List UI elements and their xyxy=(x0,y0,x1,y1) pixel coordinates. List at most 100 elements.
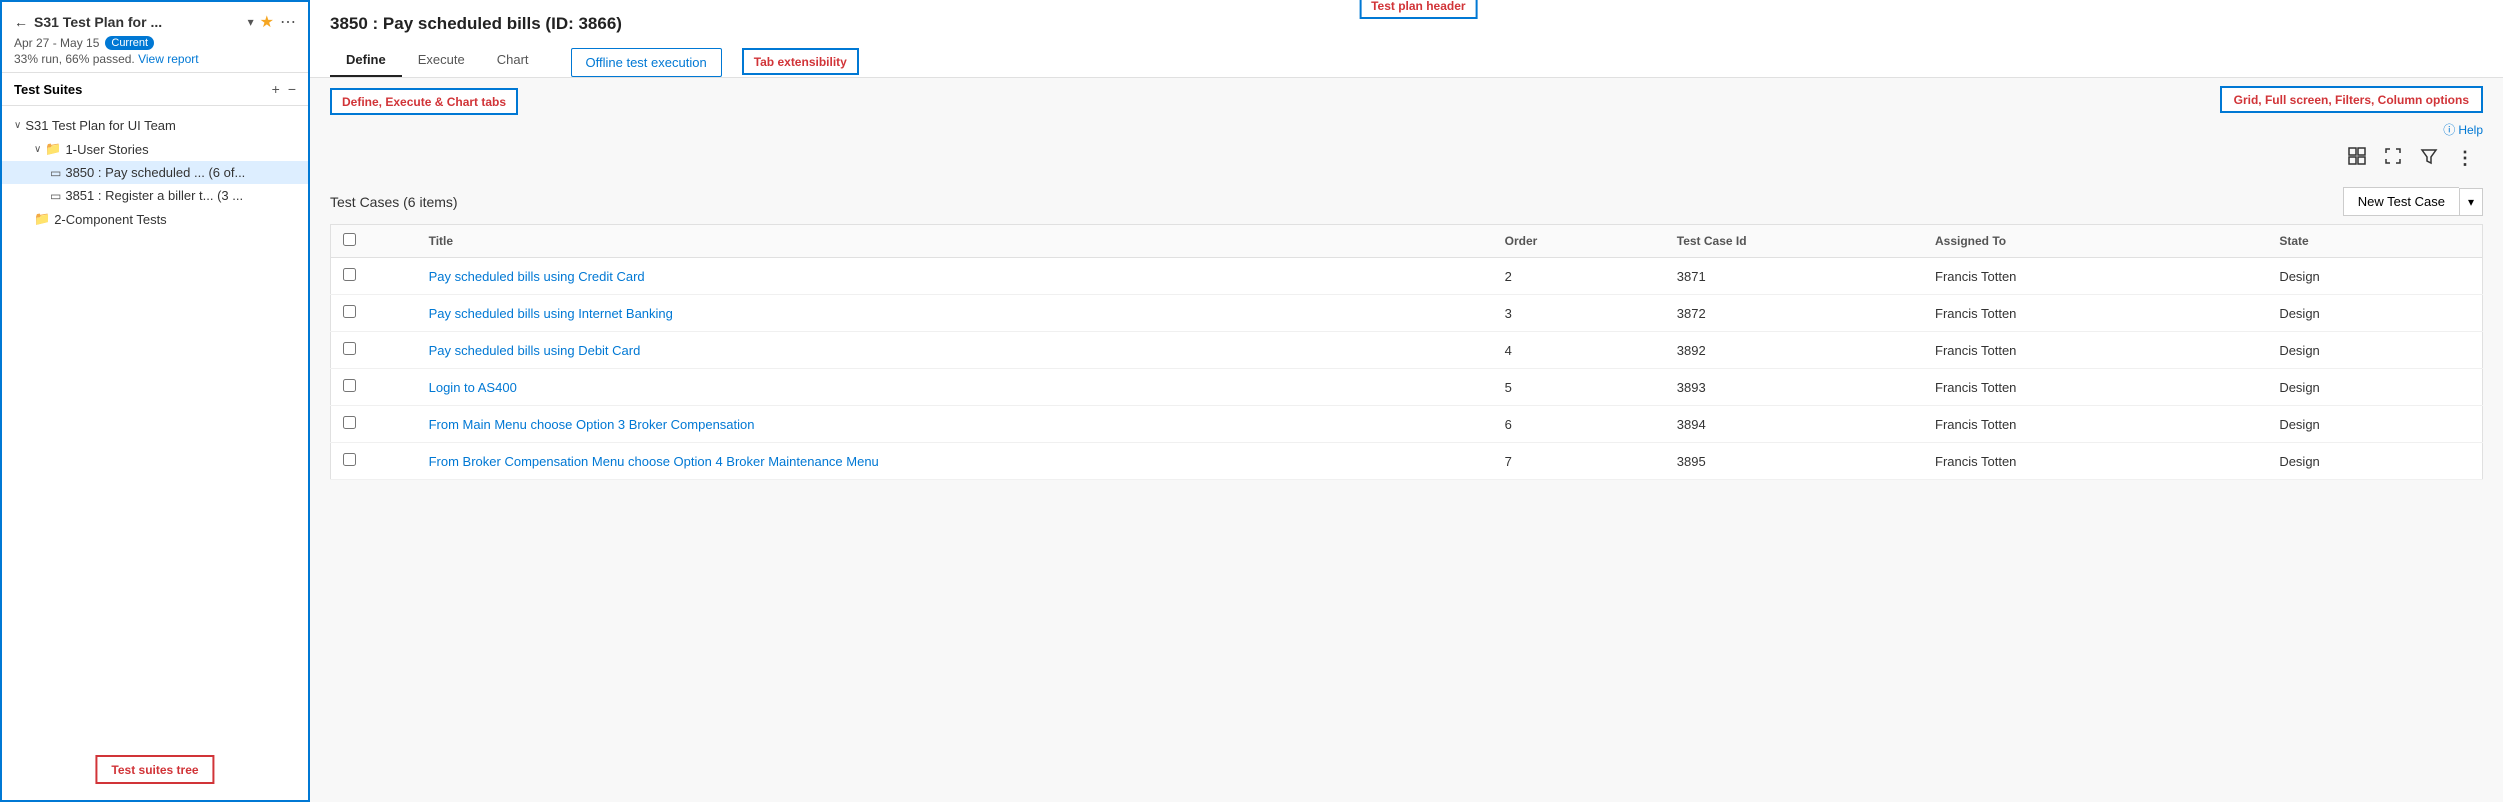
row-order: 3 xyxy=(1493,295,1665,332)
row-checkbox-4[interactable] xyxy=(343,416,356,429)
current-badge: Current xyxy=(105,36,154,50)
tree-item-component-tests[interactable]: 📁 2-Component Tests xyxy=(2,207,308,231)
row-checkbox-0[interactable] xyxy=(343,268,356,281)
sidebar-header: ← S31 Test Plan for ... ▾ ★ ⋯ Apr 27 - M… xyxy=(2,2,308,73)
section-title: Test Cases (6 items) xyxy=(330,194,458,210)
row-assigned-to: Francis Totten xyxy=(1923,258,2267,295)
row-order: 2 xyxy=(1493,258,1665,295)
assigned-to-column-header: Assigned To xyxy=(1923,225,2267,258)
row-order: 4 xyxy=(1493,332,1665,369)
row-checkbox-2[interactable] xyxy=(343,342,356,355)
tab-offline-execution[interactable]: Offline test execution xyxy=(571,48,722,77)
fullscreen-button[interactable] xyxy=(2376,142,2410,175)
test-case-link[interactable]: Login to AS400 xyxy=(429,380,517,395)
folder-icon: 📁 xyxy=(45,141,61,157)
grid-view-button[interactable] xyxy=(2340,142,2374,175)
tabs-row: Define Execute Chart Offline test execut… xyxy=(330,44,2483,77)
row-checkbox-3[interactable] xyxy=(343,379,356,392)
row-state: Design xyxy=(2267,332,2482,369)
table-row: From Main Menu choose Option 3 Broker Co… xyxy=(331,406,2483,443)
test-case-link[interactable]: Pay scheduled bills using Debit Card xyxy=(429,343,641,358)
section-header: Test Cases (6 items) New Test Case ▾ xyxy=(330,175,2483,224)
row-test-case-id: 3895 xyxy=(1665,443,1923,480)
help-circle-icon: ⓘ xyxy=(2443,121,2455,138)
select-all-checkbox[interactable] xyxy=(343,233,356,246)
row-checkbox-cell xyxy=(331,443,417,480)
tab-extensibility-annotation: Tab extensibility xyxy=(742,48,859,75)
tree-item-root[interactable]: ∨ S31 Test Plan for UI Team xyxy=(2,114,308,137)
row-assigned-to: Francis Totten xyxy=(1923,443,2267,480)
row-test-case-id: 3892 xyxy=(1665,332,1923,369)
tab-define[interactable]: Define xyxy=(330,44,402,77)
view-report-link[interactable]: View report xyxy=(138,52,198,66)
row-title: Login to AS400 xyxy=(417,369,1493,406)
new-test-case-button[interactable]: New Test Case xyxy=(2343,187,2459,216)
define-execute-chart-annotation: Define, Execute & Chart tabs xyxy=(330,88,518,115)
grid-icon xyxy=(2348,147,2366,170)
tree-item-3851[interactable]: ▭ 3851 : Register a biller t... (3 ... xyxy=(2,184,308,207)
row-state: Design xyxy=(2267,295,2482,332)
new-test-case-dropdown-button[interactable]: ▾ xyxy=(2459,188,2483,216)
row-assigned-to: Francis Totten xyxy=(1923,295,2267,332)
row-title: Pay scheduled bills using Credit Card xyxy=(417,258,1493,295)
row-order: 5 xyxy=(1493,369,1665,406)
test-plan-header-annotation: Test plan header xyxy=(1359,0,1477,19)
test-cases-table: Title Order Test Case Id Assigned To Sta… xyxy=(330,224,2483,480)
tree-item-label: 3851 : Register a biller t... (3 ... xyxy=(65,188,243,203)
tree-chevron-icon: ∨ xyxy=(34,144,41,155)
row-checkbox-cell xyxy=(331,258,417,295)
more-options-icon: ⋮ xyxy=(2456,148,2475,169)
tree-item-3850[interactable]: ▭ 3850 : Pay scheduled ... (6 of... xyxy=(2,161,308,184)
state-column-header: State xyxy=(2267,225,2482,258)
row-test-case-id: 3894 xyxy=(1665,406,1923,443)
filter-icon xyxy=(2420,147,2438,170)
test-case-link[interactable]: From Broker Compensation Menu choose Opt… xyxy=(429,454,879,469)
row-state: Design xyxy=(2267,258,2482,295)
row-state: Design xyxy=(2267,369,2482,406)
collapse-suite-button[interactable]: − xyxy=(288,81,296,97)
row-title: Pay scheduled bills using Debit Card xyxy=(417,332,1493,369)
row-checkbox-cell xyxy=(331,406,417,443)
row-checkbox-5[interactable] xyxy=(343,453,356,466)
row-checkbox-1[interactable] xyxy=(343,305,356,318)
plan-dates: Apr 27 - May 15 xyxy=(14,36,99,50)
test-case-link[interactable]: Pay scheduled bills using Internet Banki… xyxy=(429,306,673,321)
add-suite-button[interactable]: + xyxy=(272,81,280,97)
suite-icon: ▭ xyxy=(50,166,61,180)
row-title: From Broker Compensation Menu choose Opt… xyxy=(417,443,1493,480)
sidebar: ← S31 Test Plan for ... ▾ ★ ⋯ Apr 27 - M… xyxy=(0,0,310,802)
row-test-case-id: 3893 xyxy=(1665,369,1923,406)
chevron-down-icon: ▾ xyxy=(2468,195,2474,209)
tab-chart[interactable]: Chart xyxy=(481,44,545,77)
suite-header: Test Suites + − xyxy=(2,73,308,106)
test-suites-annotation: Test suites tree xyxy=(95,755,214,784)
help-link[interactable]: ⓘ Help xyxy=(2443,121,2483,138)
row-checkbox-cell xyxy=(331,369,417,406)
row-assigned-to: Francis Totten xyxy=(1923,369,2267,406)
content-area: Test Cases (6 items) New Test Case ▾ Tit… xyxy=(310,175,2503,802)
more-columns-button[interactable]: ⋮ xyxy=(2448,143,2483,174)
filter-button[interactable] xyxy=(2412,142,2446,175)
chevron-down-icon[interactable]: ▾ xyxy=(248,15,254,29)
row-assigned-to: Francis Totten xyxy=(1923,406,2267,443)
row-test-case-id: 3872 xyxy=(1665,295,1923,332)
table-row: Login to AS400 5 3893 Francis Totten Des… xyxy=(331,369,2483,406)
test-suites-tree: ∨ S31 Test Plan for UI Team ∨ 📁 1-User S… xyxy=(2,106,308,800)
row-order: 7 xyxy=(1493,443,1665,480)
stats-text: 33% run, 66% passed. xyxy=(14,52,135,66)
expand-icon xyxy=(2384,147,2402,170)
table-row: Pay scheduled bills using Debit Card 4 3… xyxy=(331,332,2483,369)
test-case-link[interactable]: Pay scheduled bills using Credit Card xyxy=(429,269,645,284)
new-test-case-group: New Test Case ▾ xyxy=(2343,187,2483,216)
star-icon[interactable]: ★ xyxy=(260,12,274,32)
row-test-case-id: 3871 xyxy=(1665,258,1923,295)
tab-execute[interactable]: Execute xyxy=(402,44,481,77)
tree-item-user-stories[interactable]: ∨ 📁 1-User Stories xyxy=(2,137,308,161)
back-icon[interactable]: ← xyxy=(14,14,28,30)
sidebar-title: S31 Test Plan for ... xyxy=(34,14,242,30)
row-state: Design xyxy=(2267,406,2482,443)
more-options-icon[interactable]: ⋯ xyxy=(280,12,296,32)
table-row: From Broker Compensation Menu choose Opt… xyxy=(331,443,2483,480)
folder-icon: 📁 xyxy=(34,211,50,227)
test-case-link[interactable]: From Main Menu choose Option 3 Broker Co… xyxy=(429,417,755,432)
